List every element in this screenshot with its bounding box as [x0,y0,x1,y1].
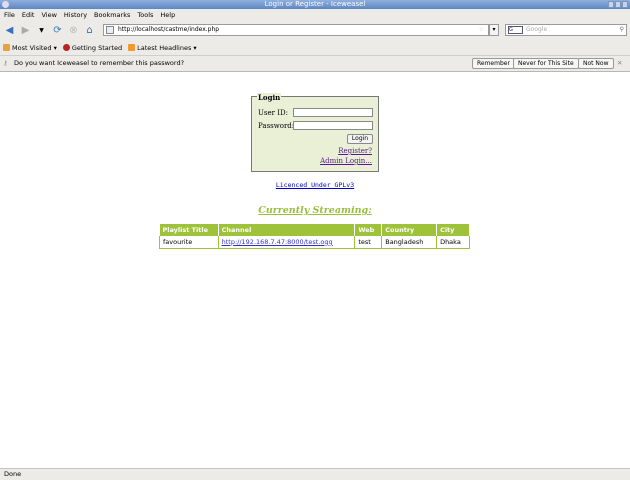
login-form: Login User ID: Password: Login Register?… [251,93,379,172]
streaming-table: Playlist Title Channel Web Country City … [159,224,470,249]
cell-country: Bangladesh [381,236,438,249]
login-legend: Login [257,93,282,102]
close-notification-icon[interactable]: ✕ [617,56,622,71]
window-title: Login or Register - Iceweasel [264,0,366,8]
table-row: favourite http://192.168.7.47:8000/test.… [159,236,470,249]
cell-city: Dhaka [436,236,470,249]
remember-button[interactable]: Remember [472,58,515,69]
header-country: Country [381,224,438,236]
status-bar: Done [0,468,630,480]
maximize-button[interactable] [615,1,621,8]
channel-link[interactable]: http://192.168.7.47:8000/test.ogg [222,238,333,246]
never-for-this-site-button[interactable]: Never for This Site [513,58,579,69]
header-city: City [436,224,470,236]
url-dropdown-button[interactable]: ▾ [489,24,499,36]
back-icon[interactable]: ◀ [4,25,15,36]
bookmarks-toolbar: Most Visited ▾ Getting Started Latest Hea… [0,40,630,56]
rss-icon [128,44,136,51]
reload-icon[interactable]: ⟳ [52,25,63,36]
search-engine-icon[interactable]: G [508,26,523,34]
header-playlist-title: Playlist Title [159,224,219,236]
search-input[interactable]: G Google ⚲ [505,24,627,36]
key-icon: ⚷ [3,59,8,67]
minimize-button[interactable] [608,1,614,8]
search-icon[interactable]: ⚲ [620,25,624,35]
user-id-input[interactable] [293,108,373,117]
password-input[interactable] [293,121,373,130]
register-link[interactable]: Register? [338,147,372,155]
table-header-row: Playlist Title Channel Web Country City [159,224,470,236]
history-dropdown-icon[interactable]: ▼ [36,25,47,36]
menu-edit[interactable]: Edit [22,9,35,21]
currently-streaming-heading: Currently Streaming: [258,205,372,216]
login-button[interactable]: Login [347,134,373,144]
menu-bar: File Edit View History Bookmarks Tools H… [0,9,630,21]
header-channel: Channel [218,224,356,236]
forward-icon[interactable]: ▶ [20,25,31,36]
menu-tools[interactable]: Tools [137,9,153,21]
home-icon[interactable]: ⌂ [84,25,95,36]
menu-history[interactable]: History [64,9,87,21]
menu-help[interactable]: Help [160,9,175,21]
url-text: http://localhost/castme/index.php [118,26,220,33]
not-now-button[interactable]: Not Now [578,58,614,69]
folder-icon [3,44,10,51]
license-link[interactable]: Licenced Under GPLv3 [276,181,354,189]
bookmark-most-visited[interactable]: Most Visited ▾ [3,44,57,52]
bookmark-star-icon[interactable]: ☆ [479,25,484,35]
notification-text: Do you want Iceweasel to remember this p… [14,59,185,67]
menu-bookmarks[interactable]: Bookmarks [94,9,130,21]
stop-icon[interactable]: ⊗ [68,25,79,36]
cell-web: test [354,236,383,249]
status-text: Done [4,470,22,478]
user-id-label: User ID: [258,109,288,117]
site-icon [106,26,114,34]
password-label: Password: [258,122,295,130]
header-web: Web [354,224,383,236]
cell-channel: http://192.168.7.47:8000/test.ogg [217,236,356,249]
bookmark-getting-started[interactable]: Getting Started [62,44,122,52]
search-placeholder: Google [526,26,548,33]
url-bar[interactable]: http://localhost/castme/index.php ☆ [103,24,489,36]
iceweasel-icon [62,44,70,51]
app-icon [2,1,9,8]
cell-playlist-title: favourite [159,236,219,249]
password-notification-bar: ⚷ Do you want Iceweasel to remember this… [0,56,630,72]
menu-file[interactable]: File [4,9,15,21]
menu-view[interactable]: View [41,9,56,21]
bookmark-latest-headlines[interactable]: Latest Headlines ▾ [128,44,197,52]
title-bar: Login or Register - Iceweasel [0,0,630,9]
admin-login-link[interactable]: Admin Login... [320,157,372,165]
close-window-button[interactable] [622,1,628,8]
